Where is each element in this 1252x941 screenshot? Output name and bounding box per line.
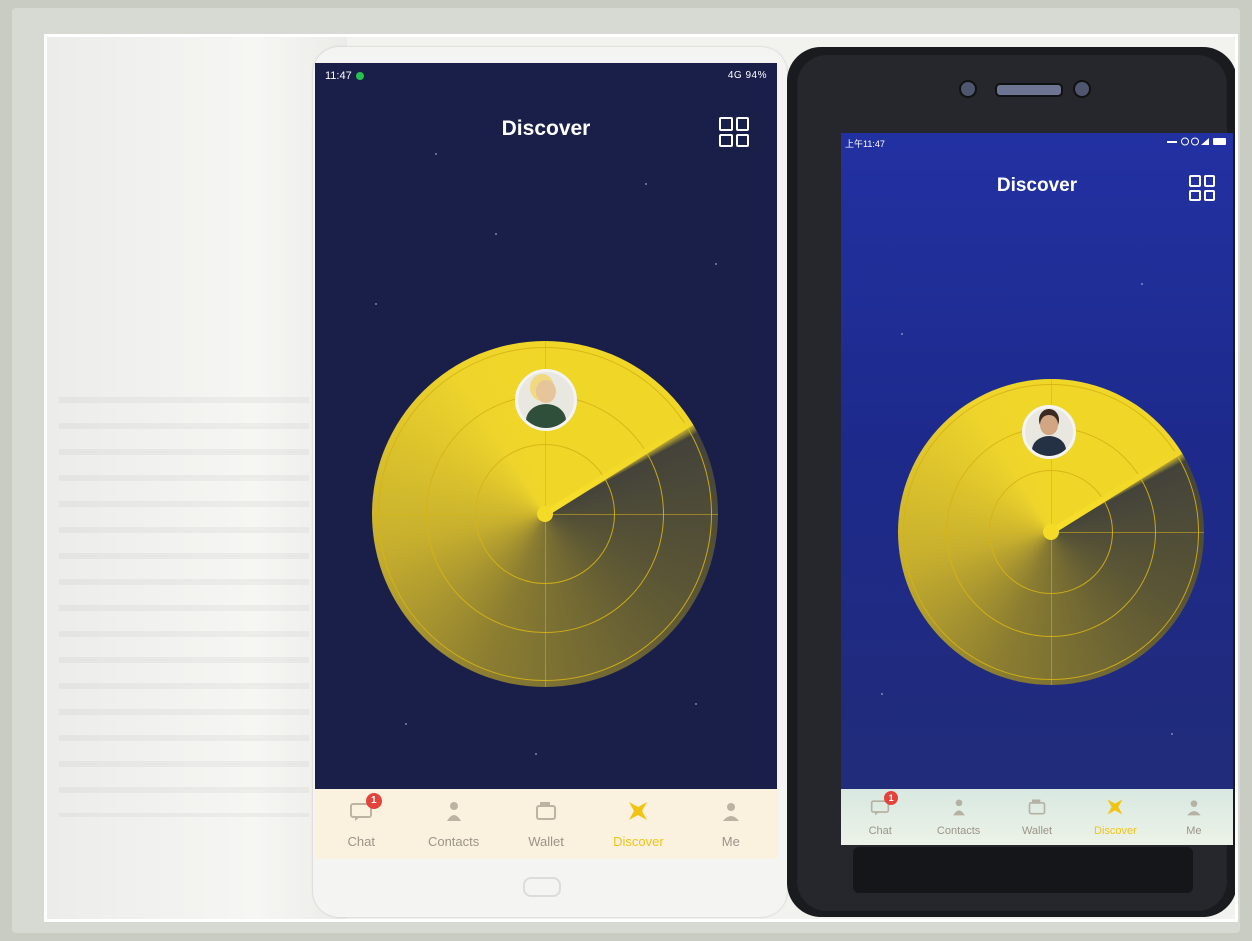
star — [695, 703, 697, 705]
status-time: 11:47 — [325, 70, 364, 82]
me-icon — [1187, 800, 1201, 816]
tab-label: Wallet — [528, 834, 564, 849]
tab-contacts[interactable]: Contacts — [407, 789, 499, 859]
star — [405, 723, 407, 725]
wallet-icon — [1028, 799, 1046, 815]
tab-label: Discover — [613, 834, 664, 849]
screen-left: 11:47 4G 94% Discover 1 Chat Contacts Wa… — [315, 63, 777, 859]
tab-bar: 1 Chat Contacts Wallet Discover Me — [315, 789, 777, 859]
tab-discover[interactable]: Discover — [1076, 789, 1154, 845]
photo-frame: 11:47 4G 94% Discover 1 Chat Contacts Wa… — [12, 8, 1240, 933]
status-icons — [1167, 137, 1226, 146]
star — [535, 753, 537, 755]
tab-me[interactable]: Me — [1155, 789, 1233, 845]
star — [645, 183, 647, 185]
page-title: Discover — [501, 117, 591, 140]
phone-left: 11:47 4G 94% Discover 1 Chat Contacts Wa… — [313, 47, 787, 917]
discover-icon — [1107, 799, 1123, 815]
star — [435, 153, 437, 155]
discover-icon — [629, 802, 648, 820]
me-icon — [722, 803, 739, 821]
tab-label: Me — [721, 834, 740, 849]
paper-background — [47, 37, 347, 919]
home-button[interactable] — [523, 877, 561, 897]
earpiece — [995, 83, 1063, 97]
phone-chin — [853, 847, 1193, 893]
star — [1141, 283, 1143, 285]
tab-wallet[interactable]: Wallet — [998, 789, 1076, 845]
status-bar: 11:47 4G 94% — [315, 63, 777, 89]
star — [1171, 733, 1173, 735]
tab-me[interactable]: Me — [685, 789, 777, 859]
tab-chat[interactable]: 1 Chat — [841, 789, 919, 845]
contacts-icon — [952, 799, 965, 816]
page-title: Discover — [996, 175, 1078, 196]
tab-wallet[interactable]: Wallet — [500, 789, 592, 859]
paper-text-lines — [59, 397, 309, 817]
sensor — [1073, 80, 1091, 98]
tab-label: Wallet — [1021, 825, 1053, 837]
wechat-notification-icon — [355, 72, 364, 81]
star — [375, 303, 377, 305]
unread-badge: 1 — [884, 791, 899, 805]
contacts-icon — [446, 802, 461, 821]
status-indicators: 4G 94% — [727, 70, 767, 81]
tab-label: Chat — [868, 825, 892, 837]
status-bar: 上午11:47 — [841, 133, 1233, 159]
screen-right: 上午11:47 Discover 1 Chat Contacts Wallet … — [841, 133, 1233, 845]
tab-label: Contacts — [936, 825, 981, 837]
wallet-icon — [536, 802, 557, 820]
status-time: 上午11:47 — [845, 139, 885, 149]
tab-label: Chat — [347, 834, 375, 849]
radar-center — [537, 506, 553, 522]
unread-badge: 1 — [365, 793, 382, 809]
tab-label: Discover — [1094, 825, 1137, 837]
grid-icon[interactable] — [719, 117, 749, 147]
phone-glass: 上午11:47 Discover 1 Chat Contacts Wallet … — [797, 55, 1233, 911]
tab-discover[interactable]: Discover — [592, 789, 684, 859]
star — [715, 263, 717, 265]
tab-label: Contacts — [427, 834, 480, 849]
tab-contacts[interactable]: Contacts — [919, 789, 997, 845]
front-camera — [959, 80, 977, 98]
star — [881, 693, 883, 695]
grid-icon[interactable] — [1189, 175, 1215, 201]
star — [495, 233, 497, 235]
tab-label: Me — [1186, 825, 1202, 837]
photo: 11:47 4G 94% Discover 1 Chat Contacts Wa… — [44, 34, 1238, 922]
phone-right: 上午11:47 Discover 1 Chat Contacts Wallet … — [787, 47, 1235, 917]
user-avatar[interactable] — [515, 369, 577, 431]
star — [901, 333, 903, 335]
tab-bar: 1 Chat Contacts Wallet Discover Me — [841, 789, 1233, 845]
radar-center — [1043, 524, 1059, 540]
status-indicators — [1167, 137, 1227, 148]
tab-chat[interactable]: 1 Chat — [315, 789, 407, 859]
user-avatar[interactable] — [1022, 405, 1076, 459]
